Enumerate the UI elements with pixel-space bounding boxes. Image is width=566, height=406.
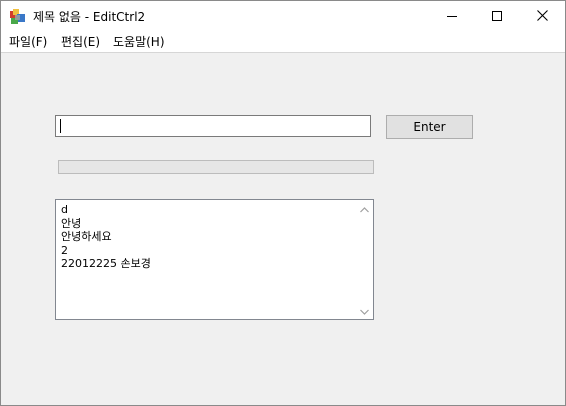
maximize-icon — [492, 10, 502, 24]
text-caret — [60, 119, 61, 133]
progress-bar — [58, 160, 374, 174]
menu-edit[interactable]: 편집(E) — [61, 34, 100, 50]
menu-help[interactable]: 도움말(H) — [113, 34, 165, 50]
list-item: d — [61, 203, 68, 216]
enter-button-label: Enter — [413, 120, 446, 134]
list-item: 안녕 — [61, 216, 82, 230]
list-item: 안녕하세요 — [61, 230, 112, 243]
close-button[interactable] — [519, 1, 565, 32]
chevron-down-icon — [360, 304, 369, 318]
window-title: 제목 없음 - EditCtrl2 — [33, 10, 146, 24]
menu-bar: 파일(F) 편집(E) 도움말(H) — [1, 32, 565, 53]
list-item: 22012225 손보경 — [61, 257, 151, 270]
minimize-icon — [447, 10, 457, 24]
enter-button[interactable]: Enter — [386, 115, 473, 139]
menu-file[interactable]: 파일(F) — [9, 34, 47, 50]
client-area: Enter d 안녕 안녕하세요 2 22012225 손보경 — [1, 53, 565, 405]
vertical-scrollbar[interactable] — [356, 200, 373, 319]
title-bar[interactable]: 제목 없음 - EditCtrl2 — [1, 1, 565, 32]
list-item: 2 — [61, 243, 68, 257]
close-icon — [536, 9, 548, 24]
minimize-button[interactable] — [429, 1, 475, 32]
output-listbox[interactable]: d 안녕 안녕하세요 2 22012225 손보경 — [55, 199, 374, 320]
scroll-up-button[interactable] — [356, 200, 373, 217]
scroll-down-button[interactable] — [356, 302, 373, 319]
app-window: 제목 없음 - EditCtrl2 파일(F) 편집(E) 도움말(H) Ent… — [0, 0, 566, 406]
app-icon[interactable] — [9, 8, 27, 26]
text-input[interactable] — [55, 115, 371, 137]
maximize-button[interactable] — [474, 1, 520, 32]
chevron-up-icon — [360, 202, 369, 216]
listbox-content: d 안녕 안녕하세요 2 22012225 손보경 — [61, 203, 351, 271]
